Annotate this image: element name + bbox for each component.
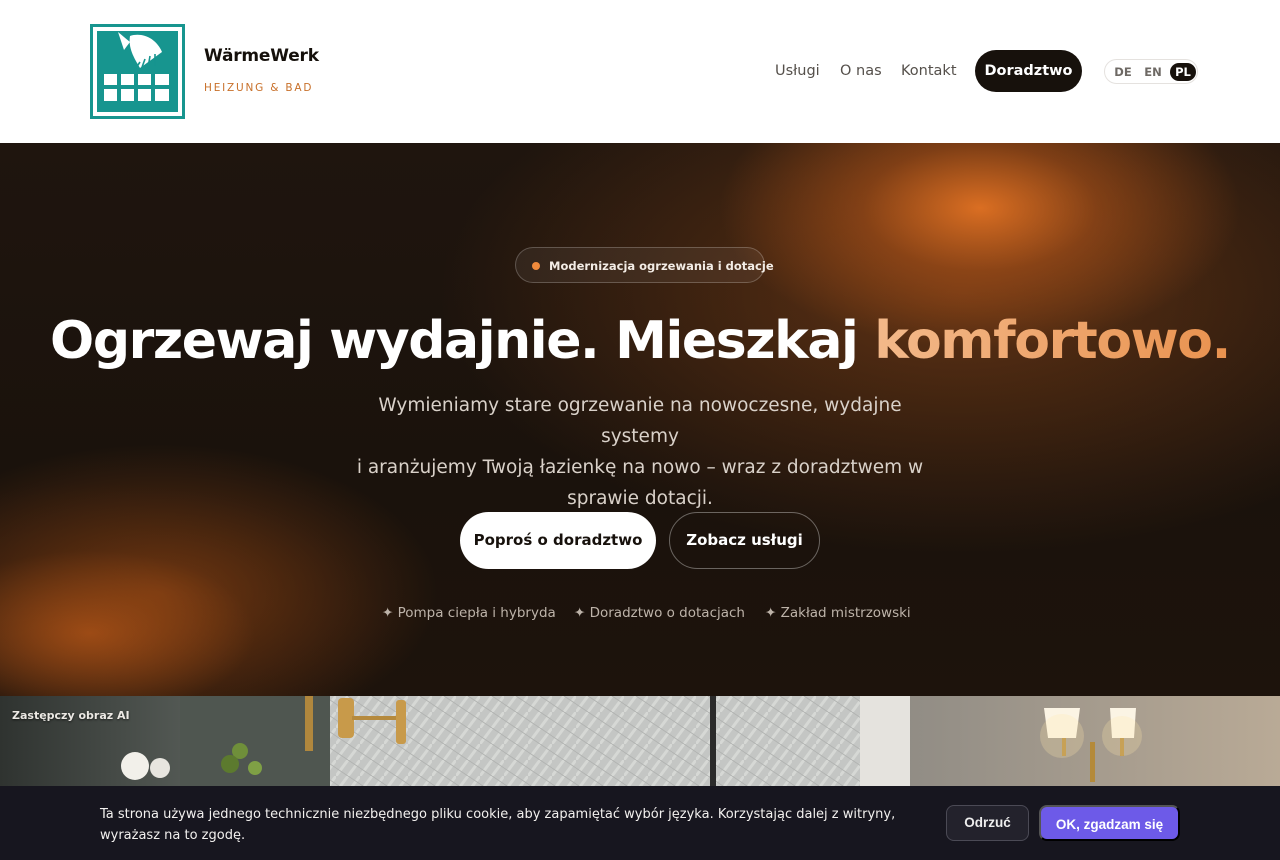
badge-dot-icon [532,262,540,270]
cookie-banner: Ta strona używa jednego technicznie niez… [0,786,1280,860]
subtitle-line: i aranżujemy Twoją łazienkę na nowo – wr… [356,457,924,478]
ai-image-label: Zastępczy obraz AI [12,709,130,722]
nav-link-about[interactable]: O nas [840,63,882,79]
hero-headline: Ogrzewaj wydajnie. Mieszkaj komfortowo. [0,311,1280,371]
consultation-button[interactable]: Doradztwo [975,50,1082,92]
bathroom-photo-illustration [0,696,1280,786]
nav-link-contact[interactable]: Kontakt [901,63,957,79]
lang-de[interactable]: DE [1110,63,1136,81]
cookie-accept-button[interactable]: OK, zgadzam się [1039,805,1180,841]
subtitle-line: Wymieniamy stare ogrzewanie na nowoczesn… [378,395,902,447]
cookie-text: Ta strona używa jednego technicznie niez… [100,807,896,843]
bathroom-photo: Zastępczy obraz AI [0,696,1280,786]
hero-section: Modernizacja ogrzewania i dotacje Ogrzew… [0,143,1280,696]
view-services-button[interactable]: Zobacz usługi [669,512,820,569]
lang-en[interactable]: EN [1140,63,1166,81]
feature-master-workshop: ✦ Zakład mistrzowski [765,605,911,621]
lang-pl[interactable]: PL [1170,63,1196,81]
badge-text: Modernizacja ogrzewania i dotacje [549,259,774,273]
site-header: WärmeWerk HEIZUNG & BAD Usługi O nas Kon… [0,0,1280,143]
headline-main: Ogrzewaj wydajnie. Mieszkaj [50,311,875,371]
brand-name[interactable]: WärmeWerk [204,46,319,66]
logo-icon[interactable] [90,24,185,119]
hero-subtitle: Wymieniamy stare ogrzewanie na nowoczesn… [340,390,940,514]
subtitle-line: sprawie dotacji. [567,488,713,509]
request-consultation-button[interactable]: Poproś o doradztwo [460,512,656,569]
hero-badge: Modernizacja ogrzewania i dotacje [515,247,774,283]
feature-heat-pump: ✦ Pompa ciepła i hybryda [382,605,556,621]
nav-link-services[interactable]: Usługi [775,63,820,79]
brand-tagline: HEIZUNG & BAD [204,82,314,94]
feature-subsidies: ✦ Doradztwo o dotacjach [574,605,745,621]
cookie-reject-button[interactable]: Odrzuć [946,805,1029,841]
headline-accent: komfortowo. [874,311,1231,371]
language-switcher: DE EN PL [1104,59,1198,84]
